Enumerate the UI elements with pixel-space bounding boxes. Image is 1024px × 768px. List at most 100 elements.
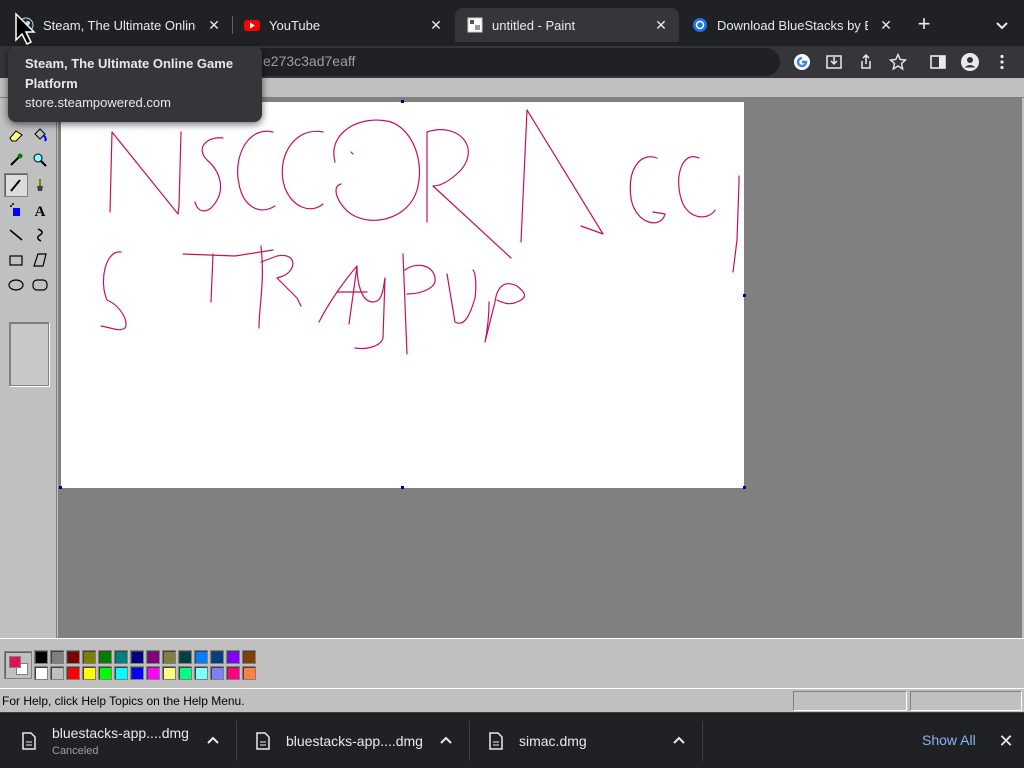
close-icon[interactable]: ✕ <box>204 15 224 35</box>
drawn-stroke <box>210 253 214 303</box>
url-text[interactable]: e273c3ad7eaff <box>263 53 355 69</box>
resize-handle[interactable] <box>401 486 404 489</box>
canvas-drawing <box>100 109 740 355</box>
color-swatch[interactable] <box>162 666 176 680</box>
rectangle-icon[interactable] <box>4 248 28 272</box>
resize-handle[interactable] <box>743 486 746 489</box>
chevron-up-icon[interactable] <box>205 733 221 749</box>
color-swatch[interactable] <box>242 650 256 664</box>
close-icon[interactable]: ✕ <box>651 15 671 35</box>
chevron-up-icon[interactable] <box>438 733 454 749</box>
bluestacks-icon <box>692 17 708 33</box>
resize-handle[interactable] <box>401 100 404 103</box>
tool-options-box[interactable] <box>9 322 49 386</box>
tab-hover-tooltip: Steam, The Ultimate Online Game Platform… <box>8 46 262 122</box>
google-icon[interactable] <box>790 50 814 74</box>
color-swatch[interactable] <box>146 666 160 680</box>
airbrush-icon[interactable] <box>4 198 28 222</box>
resize-handle[interactable] <box>59 486 62 489</box>
brush-icon[interactable] <box>28 173 52 197</box>
color-swatch[interactable] <box>34 666 48 680</box>
current-colors[interactable] <box>4 651 32 679</box>
close-icon[interactable]: ✕ <box>876 15 896 35</box>
color-swatch[interactable] <box>210 666 224 680</box>
paint-icon <box>467 17 483 33</box>
color-swatch[interactable] <box>210 650 224 664</box>
color-swatch[interactable] <box>130 650 144 664</box>
polygon-icon[interactable] <box>28 248 52 272</box>
curve-icon[interactable] <box>28 223 52 247</box>
download-separator <box>236 721 237 761</box>
mouse-cursor-icon <box>15 12 36 46</box>
menu-dots-icon[interactable] <box>990 50 1014 74</box>
download-status: Canceled <box>52 745 99 757</box>
color-swatch[interactable] <box>178 650 192 664</box>
color-swatch[interactable] <box>50 666 64 680</box>
download-item[interactable]: bluestacks-app....dmg <box>256 713 423 768</box>
drawn-stroke <box>260 254 302 307</box>
color-swatch[interactable] <box>194 666 208 680</box>
eraser-icon[interactable] <box>4 123 28 147</box>
profile-avatar-icon[interactable] <box>958 50 982 74</box>
install-icon[interactable] <box>822 50 846 74</box>
color-swatch[interactable] <box>50 650 64 664</box>
close-icon[interactable]: ✕ <box>996 731 1016 751</box>
magnifier-icon[interactable] <box>28 148 52 172</box>
color-swatch[interactable] <box>226 666 240 680</box>
color-swatch[interactable] <box>114 650 128 664</box>
color-swatch[interactable] <box>82 666 96 680</box>
color-swatch[interactable] <box>82 650 96 664</box>
bookmark-star-icon[interactable] <box>886 50 910 74</box>
paint-canvas[interactable] <box>61 102 744 488</box>
color-swatch[interactable] <box>242 666 256 680</box>
color-swatch[interactable] <box>194 650 208 664</box>
tab-steam[interactable]: Steam, The Ultimate Online Game Platform… <box>6 8 232 42</box>
file-icon <box>489 732 503 750</box>
side-panel-icon[interactable] <box>926 50 950 74</box>
close-icon[interactable]: ✕ <box>426 15 446 35</box>
color-swatch[interactable] <box>226 650 240 664</box>
drawn-stroke <box>237 130 276 211</box>
tab-strip: Steam, The Ultimate Online Game Platform… <box>0 0 1024 46</box>
foreground-color[interactable] <box>9 656 21 668</box>
drawn-stroke <box>520 109 604 243</box>
show-all-link[interactable]: Show All <box>922 732 976 748</box>
tab-bluestacks[interactable]: Download BlueStacks by BlueStacks ✕ <box>680 8 904 42</box>
tab-youtube[interactable]: YouTube ✕ <box>232 8 454 42</box>
new-tab-button[interactable]: + <box>912 13 936 37</box>
color-swatch[interactable] <box>162 650 176 664</box>
share-icon[interactable] <box>854 50 878 74</box>
drawn-stroke <box>109 131 182 215</box>
chevron-down-icon[interactable] <box>992 15 1012 35</box>
rounded-rect-icon[interactable] <box>28 273 52 297</box>
pencil-icon[interactable] <box>4 173 28 197</box>
ellipse-icon[interactable] <box>4 273 28 297</box>
color-picker-icon[interactable] <box>4 148 28 172</box>
drawn-stroke <box>182 249 274 257</box>
tab-paint[interactable]: untitled - Paint ✕ <box>455 8 679 42</box>
color-swatch[interactable] <box>98 650 112 664</box>
color-swatch[interactable] <box>66 666 80 680</box>
color-swatch[interactable] <box>66 650 80 664</box>
text-icon[interactable]: A <box>28 198 52 222</box>
youtube-icon <box>244 17 260 33</box>
download-item[interactable]: bluestacks-app....dmg Canceled <box>22 713 189 768</box>
drawn-stroke <box>484 283 526 343</box>
color-swatch[interactable] <box>178 666 192 680</box>
fill-bucket-icon[interactable] <box>28 123 52 147</box>
line-icon[interactable] <box>4 223 28 247</box>
tooltip-title: Steam, The Ultimate Online Game Platform <box>25 56 234 91</box>
resize-handle[interactable] <box>743 294 746 297</box>
drawn-stroke <box>446 269 477 324</box>
download-bar: bluestacks-app....dmg Canceled bluestack… <box>0 712 1024 768</box>
color-swatch[interactable] <box>34 650 48 664</box>
download-item[interactable]: simac.dmg <box>489 713 587 768</box>
color-swatch[interactable] <box>114 666 128 680</box>
color-swatch[interactable] <box>130 666 144 680</box>
tab-title: YouTube <box>269 17 321 33</box>
download-filename: bluestacks-app....dmg <box>286 733 423 749</box>
download-filename: simac.dmg <box>519 733 587 749</box>
chevron-up-icon[interactable] <box>671 733 687 749</box>
color-swatch[interactable] <box>146 650 160 664</box>
color-swatch[interactable] <box>98 666 112 680</box>
